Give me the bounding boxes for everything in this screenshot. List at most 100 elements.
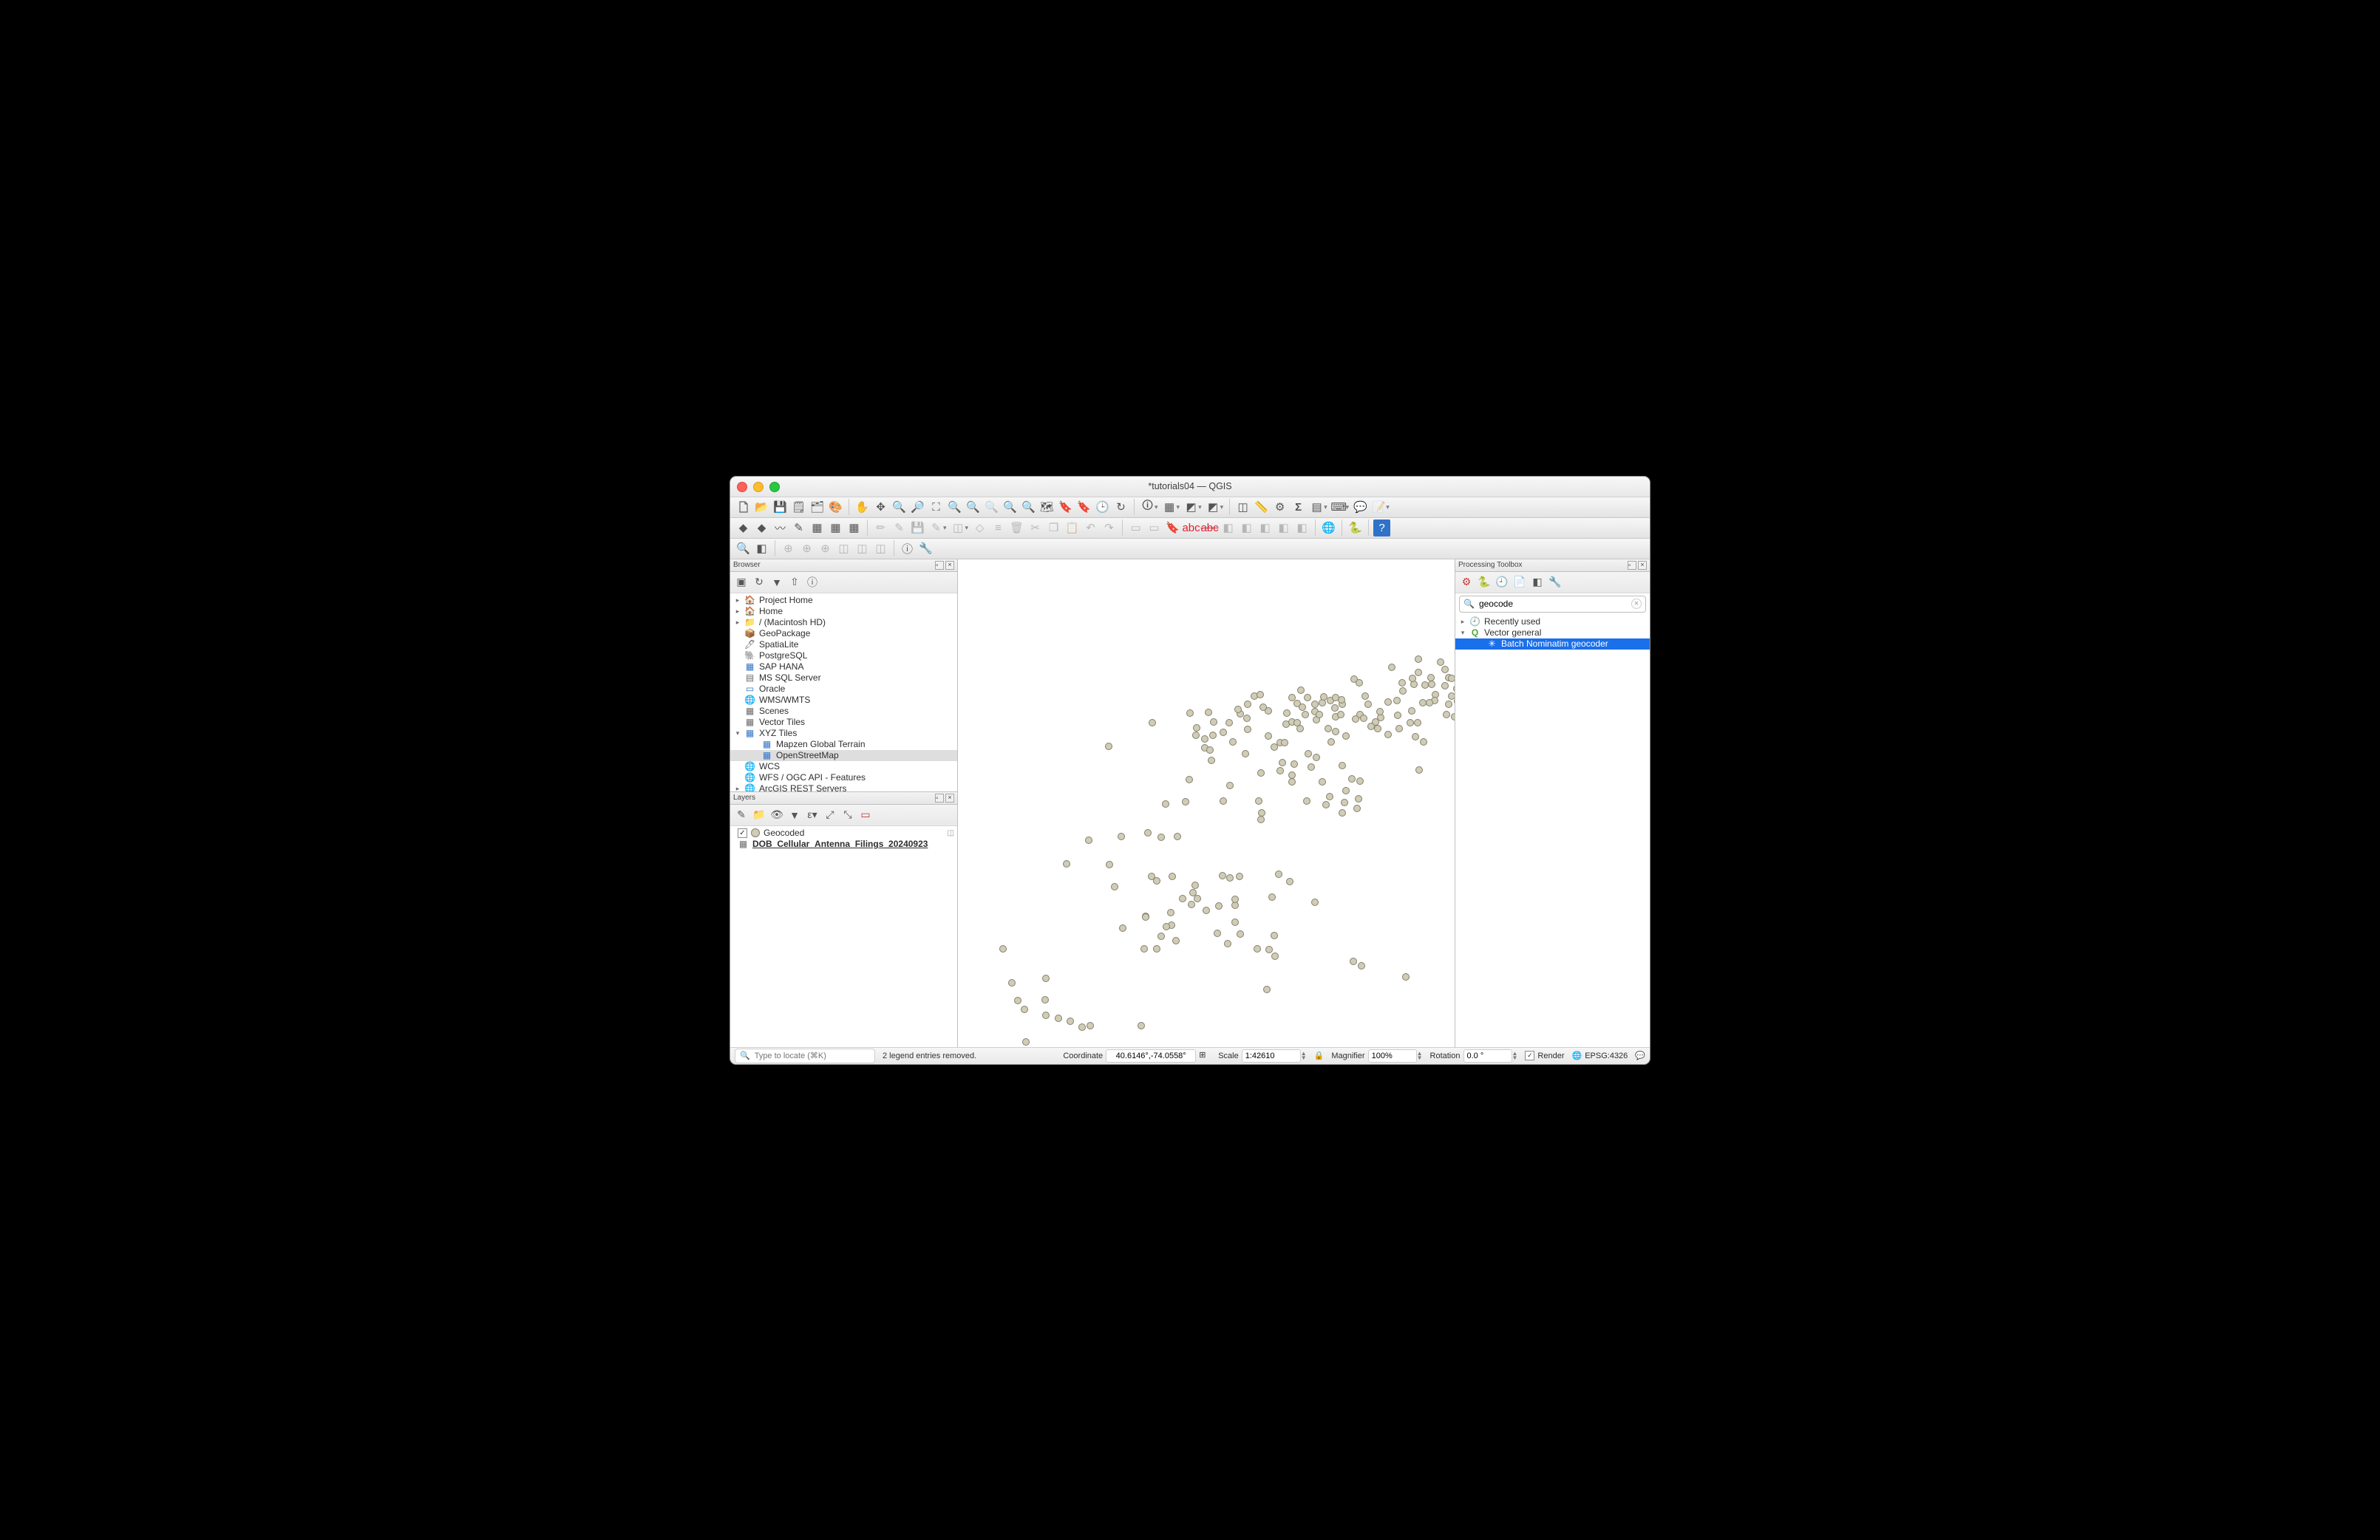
window-zoom[interactable] [769, 482, 780, 492]
coord-field[interactable] [1106, 1049, 1196, 1063]
add-wms-icon[interactable]: ▦ [827, 519, 844, 536]
browser-item[interactable]: ▦OpenStreetMap [730, 750, 957, 761]
info-icon[interactable]: ⓘ [899, 540, 916, 557]
remove-layer-icon[interactable]: ▭ [858, 808, 873, 822]
magnifier-field[interactable] [1368, 1049, 1417, 1063]
panel-close-icon[interactable]: × [1638, 561, 1647, 570]
layout-manager-icon[interactable]: 🗂 [809, 499, 826, 516]
tree-item-recently-used[interactable]: ▸🕘 Recently used [1455, 616, 1650, 627]
move-feature-icon[interactable]: ◫ [950, 519, 967, 536]
browser-tree[interactable]: ▸🏠Project Home▸🏠Home▸📁/ (Macintosh HD)📦G… [730, 593, 957, 791]
browser-panel-header[interactable]: Browser ▫× [730, 559, 957, 572]
label-rotate-icon[interactable]: ◧ [1257, 519, 1274, 536]
deselect-icon[interactable]: ◫ [1234, 499, 1251, 516]
browser-item[interactable]: 🐘PostgreSQL [730, 650, 957, 661]
render-checkbox[interactable]: ✓ [1525, 1051, 1534, 1060]
clear-search-icon[interactable]: × [1631, 599, 1642, 609]
edits-icon[interactable]: ✎ [790, 519, 807, 536]
new-bookmark-icon[interactable]: 🔖 [1057, 499, 1074, 516]
dropdown-icon[interactable]: ▾ [1220, 503, 1224, 511]
annotation-icon[interactable]: 📝 [1370, 499, 1387, 516]
scale-field[interactable] [1242, 1049, 1301, 1063]
browser-item[interactable]: 🖊SpatiaLite [730, 639, 957, 650]
copy-icon[interactable]: ❐ [1045, 519, 1062, 536]
save-edits-icon[interactable]: ✎ [891, 519, 908, 536]
dropdown-icon[interactable]: ▾ [1177, 503, 1180, 511]
bookmarks-icon[interactable]: 🔖 [1075, 499, 1092, 516]
new-map-view-icon[interactable]: 🗺 [1038, 499, 1055, 516]
dropdown-icon[interactable]: ▾ [1324, 503, 1327, 511]
attribute-table-icon[interactable]: ▦ [1161, 499, 1178, 516]
tree-item-vector-general[interactable]: ▾Q Vector general [1455, 627, 1650, 638]
new-print-layout-icon[interactable]: 🗒 [790, 499, 807, 516]
zoom-selection-icon[interactable]: 🔍 [946, 499, 963, 516]
new-project-icon[interactable] [735, 499, 752, 516]
processing-gear-icon[interactable]: ⚙ [1271, 499, 1288, 516]
save-all-edits-icon[interactable]: 💾 [909, 519, 926, 536]
browser-item[interactable]: 🌐WFS / OGC API - Features [730, 772, 957, 783]
browser-item[interactable]: ▸🌐ArcGIS REST Servers [730, 783, 957, 791]
open-project-icon[interactable]: 📂 [753, 499, 770, 516]
map-canvas[interactable] [958, 559, 1455, 1047]
vertex-tool-icon[interactable]: ◇ [971, 519, 988, 536]
snap-icon[interactable]: ⊕ [780, 540, 797, 557]
add-xyz-icon[interactable]: ▦ [846, 519, 863, 536]
browser-item[interactable]: ▸🏠Home [730, 606, 957, 617]
temporal-icon[interactable]: 🕒 [1094, 499, 1111, 516]
web-icon[interactable]: 🌐 [1320, 519, 1337, 536]
panel-float-icon[interactable]: ▫ [1628, 561, 1636, 570]
paste-icon[interactable]: 📋 [1064, 519, 1081, 536]
abc-strike-icon[interactable]: abc [1201, 519, 1218, 536]
crs-button[interactable]: 🌐 EPSG:4326 [1572, 1051, 1628, 1060]
pan-to-selection-icon[interactable]: ✥ [872, 499, 889, 516]
toggle-edit-icon[interactable]: ✏ [872, 519, 889, 536]
refresh-browser-icon[interactable]: ↻ [752, 575, 766, 590]
processing-tree[interactable]: ▸🕘 Recently used ▾Q Vector general ✳ Bat… [1455, 615, 1650, 1047]
zoom-last-icon[interactable]: 🔍 [1002, 499, 1019, 516]
collapse-all-icon[interactable]: ⇧ [787, 575, 802, 590]
zoom-out-icon[interactable]: 🔎 [909, 499, 926, 516]
panel-close-icon[interactable]: × [945, 561, 954, 570]
show-labels-icon[interactable]: ▭ [1146, 519, 1163, 536]
topo-icon[interactable]: ◫ [835, 540, 852, 557]
properties-icon[interactable]: ⓘ [805, 575, 820, 590]
label-change2-icon[interactable]: ◧ [1293, 519, 1310, 536]
processing-model-icon[interactable]: ◧ [1530, 575, 1545, 590]
field-calc-icon[interactable]: ▤ [1308, 499, 1325, 516]
browser-item[interactable]: ▦Scenes [730, 706, 957, 717]
label-pin-icon[interactable]: ◧ [1220, 519, 1237, 536]
filter-legend-icon[interactable]: ▼ [787, 808, 802, 822]
processing-options-icon[interactable]: 🔧 [1548, 575, 1563, 590]
window-minimize[interactable] [753, 482, 764, 492]
select-features-icon[interactable]: ◩ [1183, 499, 1200, 516]
zoom-next-icon[interactable]: 🔍 [1020, 499, 1037, 516]
layer-indicator-icon[interactable]: ◫ [948, 829, 954, 837]
panel-close-icon[interactable]: × [945, 794, 954, 803]
delete-icon[interactable]: 🗑 [1008, 519, 1025, 536]
identify-icon[interactable]: 🛈 [1139, 499, 1156, 516]
browser-item[interactable]: ▸🏠Project Home [730, 595, 957, 606]
layer-item[interactable]: ▦DOB_Cellular_Antenna_Filings_20240923 [730, 839, 957, 850]
processing-panel-header[interactable]: Processing Toolbox ▫× [1455, 559, 1650, 572]
processing-search[interactable]: 🔍 × [1459, 596, 1646, 613]
redo-icon[interactable]: ↷ [1101, 519, 1118, 536]
expand-all-icon[interactable]: ⤢ [823, 808, 837, 822]
layer-styling-icon[interactable]: ✎ [734, 808, 749, 822]
lock-icon[interactable]: 🔒 [1314, 1051, 1325, 1060]
quickosm-icon[interactable]: 🔍 [735, 540, 752, 557]
abc-icon[interactable]: abc [1183, 519, 1200, 536]
browser-item[interactable]: ▦Mapzen Global Terrain [730, 739, 957, 750]
add-raster-icon[interactable]: ◆ [753, 519, 770, 536]
statistics-icon[interactable]: Σ [1290, 499, 1307, 516]
add-vector-icon[interactable]: ◆ [735, 519, 752, 536]
processing-python-icon[interactable]: 🐍 [1477, 575, 1492, 590]
zoom-in-icon[interactable]: 🔍 [891, 499, 908, 516]
add-feature-icon[interactable]: ✎ [928, 519, 945, 536]
browser-item[interactable]: ▾▦XYZ Tiles [730, 728, 957, 739]
python-icon[interactable]: 🐍 [1347, 519, 1364, 536]
browser-item[interactable]: ▦SAP HANA [730, 661, 957, 672]
wrench-icon[interactable]: 🔧 [917, 540, 934, 557]
trace-icon[interactable]: ⊕ [817, 540, 834, 557]
add-mesh-icon[interactable]: 〰 [772, 519, 789, 536]
pan-icon[interactable]: ✋ [854, 499, 871, 516]
